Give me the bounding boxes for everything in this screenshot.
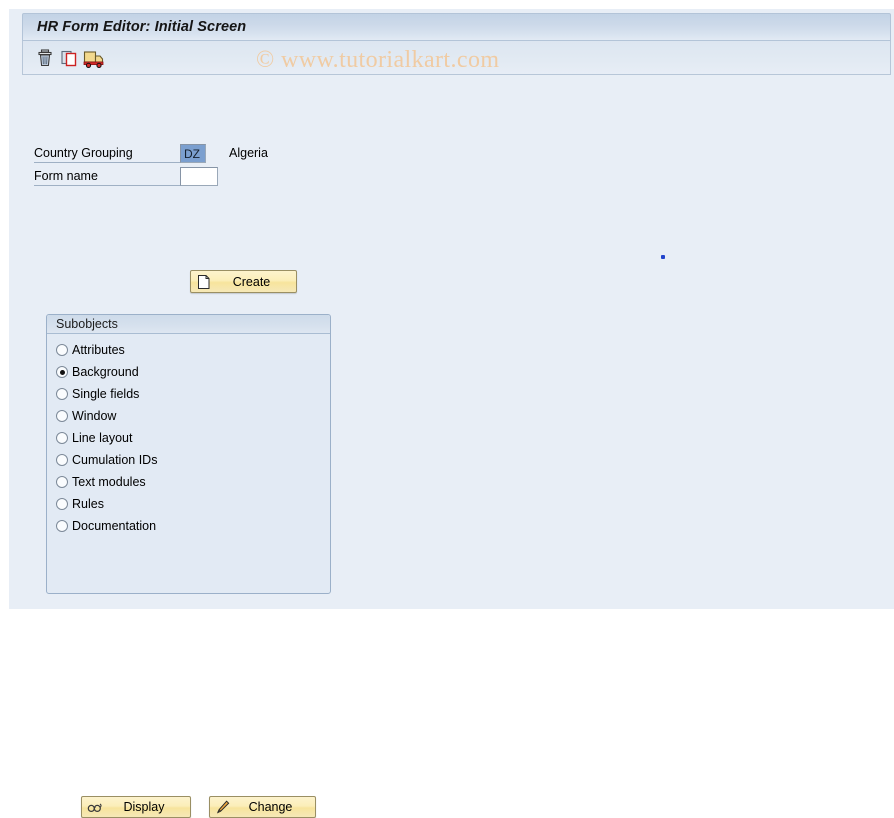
radio-label: Text modules xyxy=(72,475,146,489)
radio-label: Window xyxy=(72,409,116,423)
radio-indicator-icon xyxy=(56,520,68,532)
radio-indicator-icon xyxy=(56,454,68,466)
subobjects-panel: Subobjects Attributes Background Single … xyxy=(46,314,331,594)
radio-indicator-icon xyxy=(56,388,68,400)
radio-text-modules[interactable]: Text modules xyxy=(56,471,321,493)
radio-label: Line layout xyxy=(72,431,132,445)
application-window: HR Form Editor: Initial Screen xyxy=(0,0,894,609)
radio-single-fields[interactable]: Single fields xyxy=(56,383,321,405)
radio-label: Single fields xyxy=(72,387,139,401)
radio-indicator-icon xyxy=(56,432,68,444)
transport-icon xyxy=(81,46,107,70)
cursor-marker xyxy=(661,255,665,259)
subobjects-panel-title: Subobjects xyxy=(56,317,118,331)
create-button-label: Create xyxy=(191,275,296,289)
delete-button[interactable] xyxy=(33,46,57,70)
radio-label: Cumulation IDs xyxy=(72,453,157,467)
radio-window[interactable]: Window xyxy=(56,405,321,427)
window-left-gutter xyxy=(0,0,9,609)
radio-label: Documentation xyxy=(72,519,156,533)
copy-button[interactable] xyxy=(57,46,81,70)
radio-label: Attributes xyxy=(72,343,125,357)
form-name-input[interactable] xyxy=(180,167,218,186)
country-grouping-row: Country Grouping Algeria xyxy=(34,145,364,163)
window-top-gutter xyxy=(0,0,894,9)
radio-label: Background xyxy=(72,365,139,379)
form-name-underline xyxy=(34,185,180,186)
change-button-label: Change xyxy=(210,800,315,814)
country-grouping-description: Algeria xyxy=(229,146,268,160)
display-button[interactable]: Display xyxy=(81,796,191,818)
subobjects-radio-group: Attributes Background Single fields Wind… xyxy=(56,339,321,537)
radio-cumulation-ids[interactable]: Cumulation IDs xyxy=(56,449,321,471)
delete-icon xyxy=(33,46,57,70)
screen-content: Country Grouping Algeria Form name Creat… xyxy=(22,75,891,605)
display-button-label: Display xyxy=(82,800,190,814)
radio-label: Rules xyxy=(72,497,104,511)
create-button[interactable]: Create xyxy=(190,270,297,293)
radio-indicator-icon xyxy=(56,344,68,356)
application-toolbar xyxy=(22,41,891,75)
country-grouping-input[interactable] xyxy=(180,144,206,163)
form-name-row: Form name xyxy=(34,168,364,186)
radio-indicator-icon xyxy=(56,366,68,378)
radio-rules[interactable]: Rules xyxy=(56,493,321,515)
transport-button[interactable] xyxy=(81,46,105,70)
radio-documentation[interactable]: Documentation xyxy=(56,515,321,537)
radio-attributes[interactable]: Attributes xyxy=(56,339,321,361)
radio-indicator-icon xyxy=(56,476,68,488)
subobjects-panel-header: Subobjects xyxy=(47,315,330,334)
radio-indicator-icon xyxy=(56,498,68,510)
change-button[interactable]: Change xyxy=(209,796,316,818)
country-grouping-label: Country Grouping xyxy=(34,146,133,160)
page-title: HR Form Editor: Initial Screen xyxy=(37,19,246,35)
form-name-label: Form name xyxy=(34,169,98,183)
copy-icon xyxy=(57,46,81,70)
radio-background[interactable]: Background xyxy=(56,361,321,383)
window-titlebar: HR Form Editor: Initial Screen xyxy=(22,13,891,41)
radio-indicator-icon xyxy=(56,410,68,422)
radio-line-layout[interactable]: Line layout xyxy=(56,427,321,449)
country-grouping-underline xyxy=(34,162,180,163)
sap-gui-window: HR Form Editor: Initial Screen xyxy=(9,9,894,609)
